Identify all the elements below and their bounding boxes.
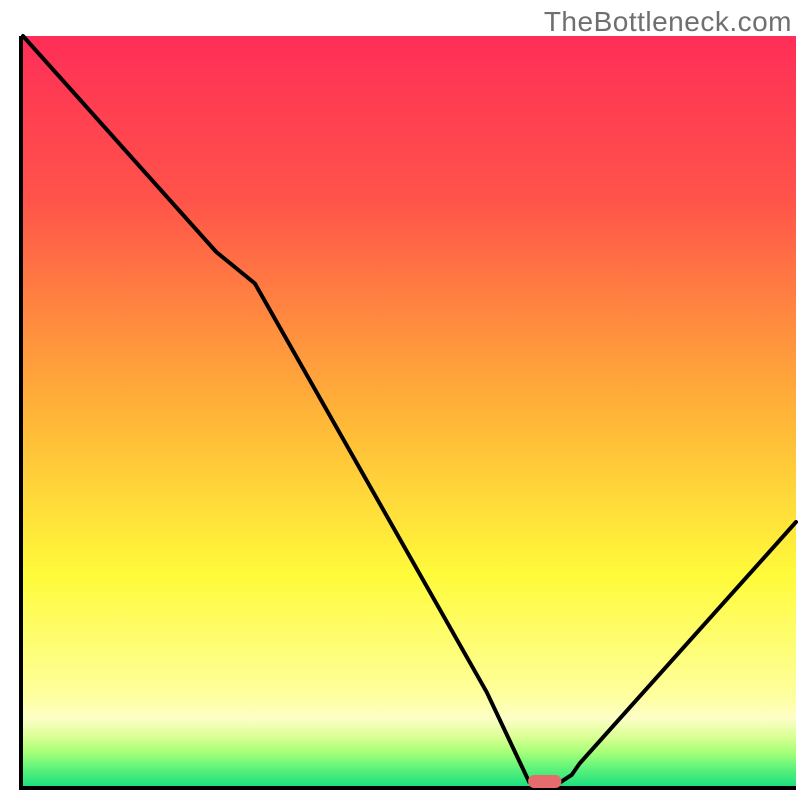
chart-container: TheBottleneck.com	[0, 0, 800, 800]
plot-background	[23, 36, 796, 786]
watermark-text: TheBottleneck.com	[544, 6, 792, 38]
optimal-marker	[528, 775, 561, 788]
bottleneck-chart	[0, 0, 800, 800]
